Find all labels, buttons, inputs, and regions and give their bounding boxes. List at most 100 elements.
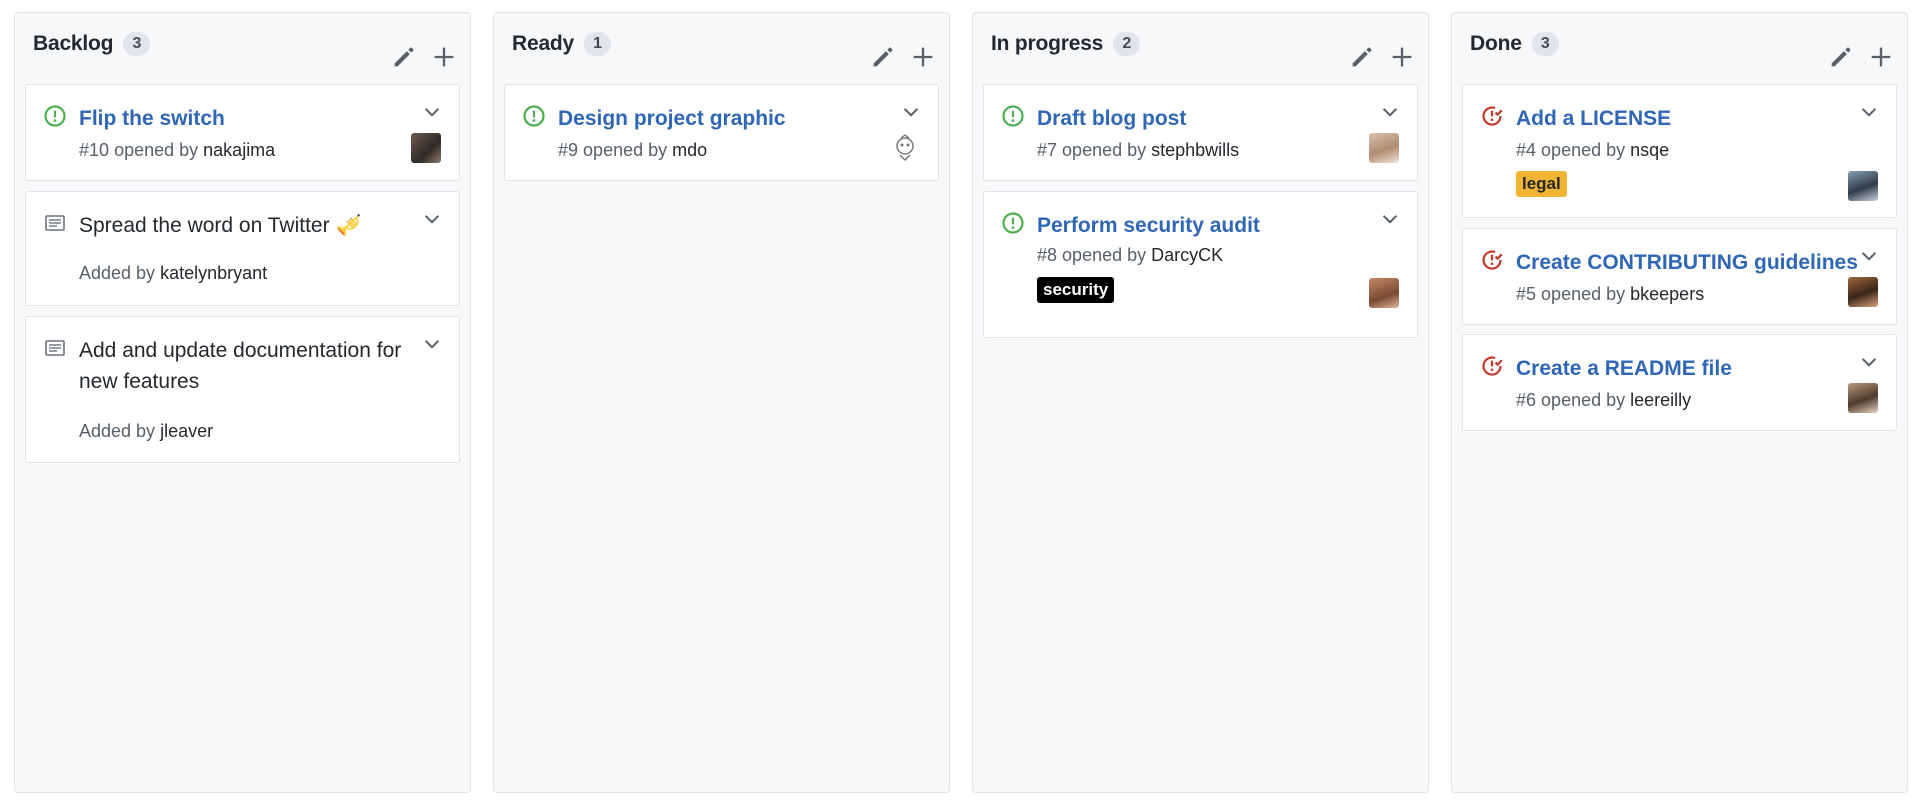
card-count-badge: 3 (1531, 32, 1559, 56)
issue-title-link[interactable]: Draft blog post (1037, 103, 1377, 134)
column-in-progress: In progress 2 Draft blog post #7 opened b… (972, 12, 1429, 793)
column-backlog: Backlog 3 Flip the switch #10 opened by n… (14, 12, 471, 793)
issue-title-link[interactable]: Design project graphic (558, 103, 898, 134)
issue-card[interactable]: Add a LICENSE #4 opened by nsqe legal (1462, 84, 1897, 218)
issue-card[interactable]: Flip the switch #10 opened by nakajima (25, 84, 460, 181)
avatar[interactable] (1369, 278, 1399, 308)
project-board: Backlog 3 Flip the switch #10 opened by n… (0, 0, 1920, 806)
issue-title-link[interactable]: Perform security audit (1037, 210, 1377, 241)
chevron-down-icon (1382, 215, 1398, 224)
edit-column-button[interactable] (390, 43, 418, 71)
add-card-button[interactable] (909, 43, 937, 71)
chevron-down-icon (1861, 358, 1877, 367)
chevron-down-icon (1861, 252, 1877, 261)
issue-card[interactable]: Design project graphic #9 opened by mdo (504, 84, 939, 181)
issue-opened-icon (1001, 211, 1025, 235)
column-title: Backlog 3 (33, 32, 151, 56)
card-menu-button[interactable] (421, 208, 443, 230)
issue-meta: #5 opened by bkeepers (1516, 284, 1705, 304)
author-link[interactable]: leereilly (1630, 390, 1691, 410)
add-card-button[interactable] (430, 43, 458, 71)
card-menu-button[interactable] (1858, 351, 1880, 373)
note-card[interactable]: Spread the word on Twitter 🎺 Added by ka… (25, 191, 460, 306)
issue-card[interactable]: Create CONTRIBUTING guidelines #5 opened… (1462, 228, 1897, 325)
issue-meta: #8 opened by DarcyCK (1037, 245, 1224, 265)
label-security[interactable]: security (1037, 277, 1115, 303)
issue-meta: #6 opened by leereilly (1516, 390, 1692, 410)
issue-meta: #4 opened by nsqe (1516, 140, 1670, 160)
author-link[interactable]: nsqe (1630, 140, 1669, 160)
card-menu-button[interactable] (1379, 208, 1401, 230)
plus-icon (1871, 47, 1891, 67)
author-link[interactable]: stephbwills (1151, 140, 1239, 160)
add-card-button[interactable] (1867, 43, 1895, 71)
chevron-down-icon (1861, 108, 1877, 117)
issue-card[interactable]: Draft blog post #7 opened by stephbwills (983, 84, 1418, 181)
issue-card[interactable]: Perform security audit #8 opened by Darc… (983, 191, 1418, 338)
issue-closed-icon (1480, 104, 1504, 128)
chevron-down-icon (903, 108, 919, 117)
column-title: Ready 1 (512, 32, 612, 56)
avatar[interactable] (1369, 133, 1399, 163)
add-card-button[interactable] (1388, 43, 1416, 71)
plus-icon (913, 47, 933, 67)
avatar[interactable] (1848, 383, 1878, 413)
author-link[interactable]: nakajima (203, 140, 275, 160)
author-link[interactable]: mdo (672, 140, 707, 160)
chevron-down-icon (424, 215, 440, 224)
card-menu-button[interactable] (1858, 245, 1880, 267)
note-text: Add and update documentation for new fea… (79, 339, 402, 393)
issue-closed-icon (1480, 354, 1504, 378)
column-title: Done 3 (1470, 32, 1559, 56)
column-header: In progress 2 (973, 13, 1428, 77)
label-legal[interactable]: legal (1516, 171, 1567, 197)
edit-column-button[interactable] (869, 43, 897, 71)
edit-column-button[interactable] (1348, 43, 1376, 71)
pencil-icon (873, 47, 893, 67)
column-done: Done 3 Add a LICENSE #4 opened by nsqe le… (1451, 12, 1908, 793)
column-header: Backlog 3 (15, 13, 470, 77)
issue-title-link[interactable]: Create a README file (1516, 353, 1856, 384)
card-menu-button[interactable] (421, 333, 443, 355)
edit-column-button[interactable] (1827, 43, 1855, 71)
issue-meta: #9 opened by mdo (558, 140, 708, 160)
chevron-down-icon (424, 340, 440, 349)
card-menu-button[interactable] (421, 101, 443, 123)
card-count-badge: 3 (123, 32, 151, 56)
issue-title-link[interactable]: Create CONTRIBUTING guidelines (1516, 247, 1876, 278)
author-link[interactable]: DarcyCK (1151, 245, 1223, 265)
issue-card[interactable]: Create a README file #6 opened by leerei… (1462, 334, 1897, 431)
note-card[interactable]: Add and update documentation for new fea… (25, 316, 460, 463)
card-count-badge: 2 (1113, 32, 1141, 56)
chevron-down-icon (1382, 108, 1398, 117)
column-ready: Ready 1 Design project graphic #9 opened … (493, 12, 950, 793)
column-title: In progress 2 (991, 32, 1141, 56)
author-link[interactable]: jleaver (160, 421, 213, 441)
issue-meta: #7 opened by stephbwills (1037, 140, 1240, 160)
card-menu-button[interactable] (1858, 101, 1880, 123)
issue-closed-icon (1480, 248, 1504, 272)
card-menu-button[interactable] (900, 101, 922, 123)
card-count-badge: 1 (584, 32, 612, 56)
issue-opened-icon (43, 104, 67, 128)
note-meta: Added by katelynbryant (79, 263, 268, 283)
identicon-icon (896, 134, 914, 162)
avatar[interactable] (890, 133, 920, 163)
column-header: Done 3 (1452, 13, 1907, 77)
note-text: Spread the word on Twitter 🎺 (79, 214, 362, 237)
issue-title-link[interactable]: Add a LICENSE (1516, 103, 1856, 134)
avatar[interactable] (1848, 277, 1878, 307)
card-menu-button[interactable] (1379, 101, 1401, 123)
avatar[interactable] (411, 133, 441, 163)
issue-opened-icon (522, 104, 546, 128)
note-icon (43, 211, 67, 235)
author-link[interactable]: katelynbryant (160, 263, 267, 283)
plus-icon (1392, 47, 1412, 67)
column-header: Ready 1 (494, 13, 949, 77)
avatar[interactable] (1848, 171, 1878, 201)
trumpet-emoji: 🎺 (335, 214, 362, 237)
issue-title-link[interactable]: Flip the switch (79, 103, 419, 134)
issue-meta: #10 opened by nakajima (79, 140, 276, 160)
author-link[interactable]: bkeepers (1630, 284, 1704, 304)
note-icon (43, 336, 67, 360)
